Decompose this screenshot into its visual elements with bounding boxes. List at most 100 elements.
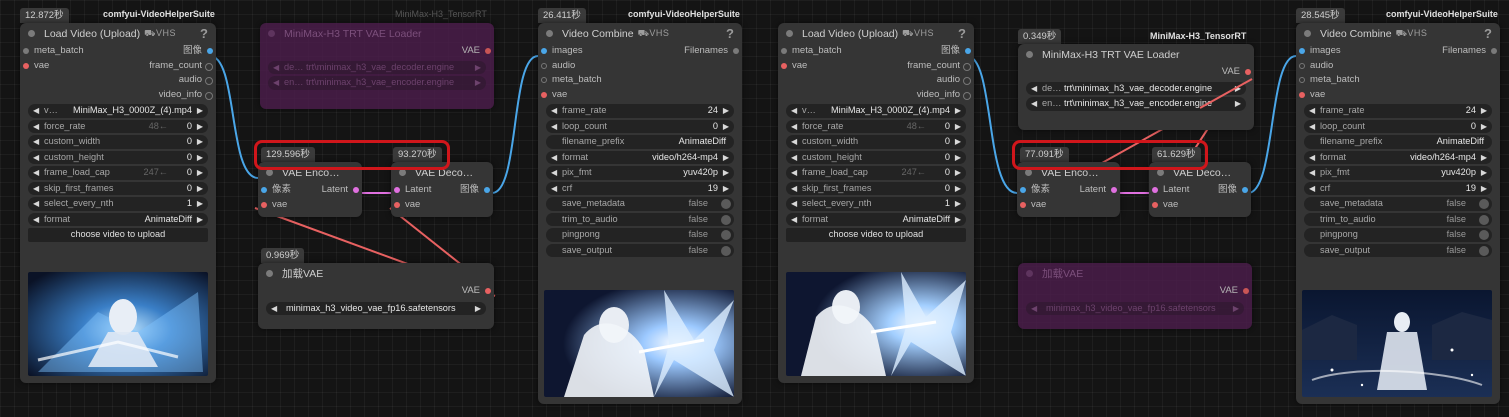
toggle-knob-icon[interactable] xyxy=(1479,245,1489,256)
frame-load-cap-number[interactable]: ◀ frame_load_cap 247← 0 ▶ xyxy=(786,166,966,180)
video-preview[interactable] xyxy=(28,272,208,376)
arrow-left-icon[interactable]: ◀ xyxy=(33,197,39,211)
arrow-left-icon[interactable]: ◀ xyxy=(791,166,797,180)
node-title-bar[interactable]: 加载VAE xyxy=(258,263,494,284)
arrow-right-icon[interactable]: ▶ xyxy=(1235,97,1241,111)
arrow-right-icon[interactable]: ▶ xyxy=(723,104,729,118)
collapse-dot-icon[interactable] xyxy=(266,270,273,277)
video-select-combo[interactable]: ◀ v… MiniMax_H3_0000Z_(4).mp4 ▶ xyxy=(28,104,208,118)
arrow-left-icon[interactable]: ◀ xyxy=(33,166,39,180)
output-dot-icon[interactable] xyxy=(485,48,491,54)
output-dot-icon[interactable] xyxy=(1243,288,1249,294)
output-dot-icon[interactable] xyxy=(733,48,739,54)
collapse-dot-icon[interactable] xyxy=(1026,51,1033,58)
skip-first-frames-number[interactable]: ◀ skip_first_frames 0 ▶ xyxy=(786,181,966,196)
arrow-left-icon[interactable]: ◀ xyxy=(273,61,279,75)
video-select-combo[interactable]: ◀ v… MiniMax_H3_0000Z_(4).mp4 ▶ xyxy=(786,104,966,118)
format-combo[interactable]: ◀ format AnimateDiff ▶ xyxy=(786,212,966,227)
force-rate-number[interactable]: ◀ force_rate 48← 0 ▶ xyxy=(28,119,208,134)
arrow-left-icon[interactable]: ◀ xyxy=(1031,302,1037,316)
input-dot-icon[interactable] xyxy=(1020,201,1026,208)
filename-prefix-text[interactable]: filename_prefix AnimateDiff xyxy=(546,135,734,149)
input-dot-icon[interactable] xyxy=(781,48,787,54)
frame-rate-number[interactable]: ◀ frame_rate 24 ▶ xyxy=(546,104,734,118)
force-rate-number[interactable]: ◀ force_rate 48← 0 ▶ xyxy=(786,119,966,134)
arrow-left-icon[interactable]: ◀ xyxy=(791,135,797,149)
format-combo[interactable]: ◀ format AnimateDiff ▶ xyxy=(28,212,208,226)
arrow-right-icon[interactable]: ▶ xyxy=(475,302,481,316)
save-output-toggle[interactable]: save_output false xyxy=(546,243,734,257)
custom-width-number[interactable]: ◀ custom_width 0 ▶ xyxy=(786,135,966,149)
arrow-right-icon[interactable]: ▶ xyxy=(1481,151,1487,165)
load-video-node-2[interactable]: Load Video (Upload) ⛟VHS ? meta_batch 图像 … xyxy=(778,23,974,383)
arrow-left-icon[interactable]: ◀ xyxy=(1031,97,1037,111)
arrow-left-icon[interactable]: ◀ xyxy=(791,197,797,211)
video-preview[interactable] xyxy=(786,272,966,376)
video-combine-node-2[interactable]: Video Combine ⛟VHS? images Filenames audio… xyxy=(1296,23,1500,404)
arrow-right-icon[interactable]: ▶ xyxy=(1235,82,1241,96)
arrow-left-icon[interactable]: ◀ xyxy=(1309,182,1315,196)
node-title-bar[interactable]: MiniMax-H3 TRT VAE Loader xyxy=(1018,44,1254,65)
trt-vae-loader-node-1[interactable]: MiniMax-H3 TRT VAE Loader VAE ◀ de… trt\mi… xyxy=(260,23,494,109)
help-icon[interactable]: ? xyxy=(726,26,734,41)
arrow-left-icon[interactable]: ◀ xyxy=(791,213,797,227)
arrow-right-icon[interactable]: ▶ xyxy=(197,151,203,165)
arrow-right-icon[interactable]: ▶ xyxy=(723,151,729,165)
decoder-engine-combo[interactable]: ◀ de… trt\minimax_h3_vae_decoder.engine ▶ xyxy=(1026,81,1246,96)
save-metadata-toggle[interactable]: save_metadata false xyxy=(546,197,734,211)
arrow-right-icon[interactable]: ▶ xyxy=(475,76,481,90)
output-dot-icon[interactable] xyxy=(963,91,971,100)
arrow-left-icon[interactable]: ◀ xyxy=(1309,120,1315,134)
decoder-engine-combo[interactable]: ◀ de… trt\minimax_h3_vae_decoder.engine ▶ xyxy=(268,60,486,75)
arrow-left-icon[interactable]: ◀ xyxy=(551,120,557,134)
collapse-dot-icon[interactable] xyxy=(266,169,273,176)
arrow-left-icon[interactable]: ◀ xyxy=(273,76,279,90)
arrow-right-icon[interactable]: ▶ xyxy=(197,197,203,211)
input-dot-icon[interactable] xyxy=(1299,62,1305,69)
format-combo[interactable]: ◀ format video/h264-mp4 ▶ xyxy=(546,150,734,165)
arrow-right-icon[interactable]: ▶ xyxy=(955,120,961,134)
help-icon[interactable]: ? xyxy=(958,26,966,41)
input-dot-icon[interactable] xyxy=(1152,187,1158,193)
collapse-dot-icon[interactable] xyxy=(399,169,406,176)
input-dot-icon[interactable] xyxy=(781,62,787,69)
input-dot-icon[interactable] xyxy=(394,201,400,208)
help-icon[interactable]: ? xyxy=(1484,26,1492,41)
node-title-bar[interactable]: MiniMax-H3 TRT VAE Loader xyxy=(260,23,494,44)
arrow-right-icon[interactable]: ▶ xyxy=(955,104,961,118)
arrow-right-icon[interactable]: ▶ xyxy=(197,120,203,134)
pingpong-toggle[interactable]: pingpong false xyxy=(1304,228,1492,242)
arrow-right-icon[interactable]: ▶ xyxy=(955,182,961,196)
arrow-left-icon[interactable]: ◀ xyxy=(33,120,39,134)
arrow-left-icon[interactable]: ◀ xyxy=(551,104,557,118)
frame-rate-number[interactable]: ◀ frame_rate 24 ▶ xyxy=(1304,104,1492,118)
input-dot-icon[interactable] xyxy=(541,48,547,54)
arrow-right-icon[interactable]: ▶ xyxy=(1481,104,1487,118)
arrow-right-icon[interactable]: ▶ xyxy=(1481,166,1487,180)
collapse-dot-icon[interactable] xyxy=(268,30,275,37)
crf-number[interactable]: ◀ crf 19 ▶ xyxy=(1304,181,1492,196)
output-dot-icon[interactable] xyxy=(965,48,971,54)
arrow-left-icon[interactable]: ◀ xyxy=(33,104,39,118)
pix-fmt-combo[interactable]: ◀ pix_fmt yuv420p ▶ xyxy=(546,166,734,180)
encoder-engine-combo[interactable]: ◀ en… trt\minimax_h3_vae_encoder.engine ▶ xyxy=(268,76,486,90)
arrow-left-icon[interactable]: ◀ xyxy=(1031,82,1037,96)
arrow-right-icon[interactable]: ▶ xyxy=(1233,302,1239,316)
output-dot-icon[interactable] xyxy=(1245,69,1251,75)
video-combine-node-1[interactable]: Video Combine ⛟VHS? images Filenames audio… xyxy=(538,23,742,404)
arrow-left-icon[interactable]: ◀ xyxy=(791,104,797,118)
node-title-bar[interactable]: Load Video (Upload) ⛟VHS ? xyxy=(20,23,216,44)
arrow-left-icon[interactable]: ◀ xyxy=(1309,151,1315,165)
custom-width-number[interactable]: ◀ custom_width 0 ▶ xyxy=(28,135,208,149)
collapse-dot-icon[interactable] xyxy=(1304,30,1311,37)
trt-vae-loader-node-2[interactable]: MiniMax-H3 TRT VAE Loader VAE ◀ de… trt\mi… xyxy=(1018,44,1254,130)
crf-number[interactable]: ◀ crf 19 ▶ xyxy=(546,181,734,195)
toggle-knob-icon[interactable] xyxy=(721,199,731,209)
pingpong-toggle[interactable]: pingpong false xyxy=(546,228,734,242)
vae-decode-node-2[interactable]: VAE Deco… Latent 图像 vae xyxy=(1149,162,1251,217)
input-dot-icon[interactable] xyxy=(1299,48,1305,54)
load-video-node-1[interactable]: Load Video (Upload) ⛟VHS ? meta_batch 图像 … xyxy=(20,23,216,383)
collapse-dot-icon[interactable] xyxy=(786,30,793,37)
input-dot-icon[interactable] xyxy=(1152,201,1158,208)
output-dot-icon[interactable] xyxy=(963,77,971,85)
